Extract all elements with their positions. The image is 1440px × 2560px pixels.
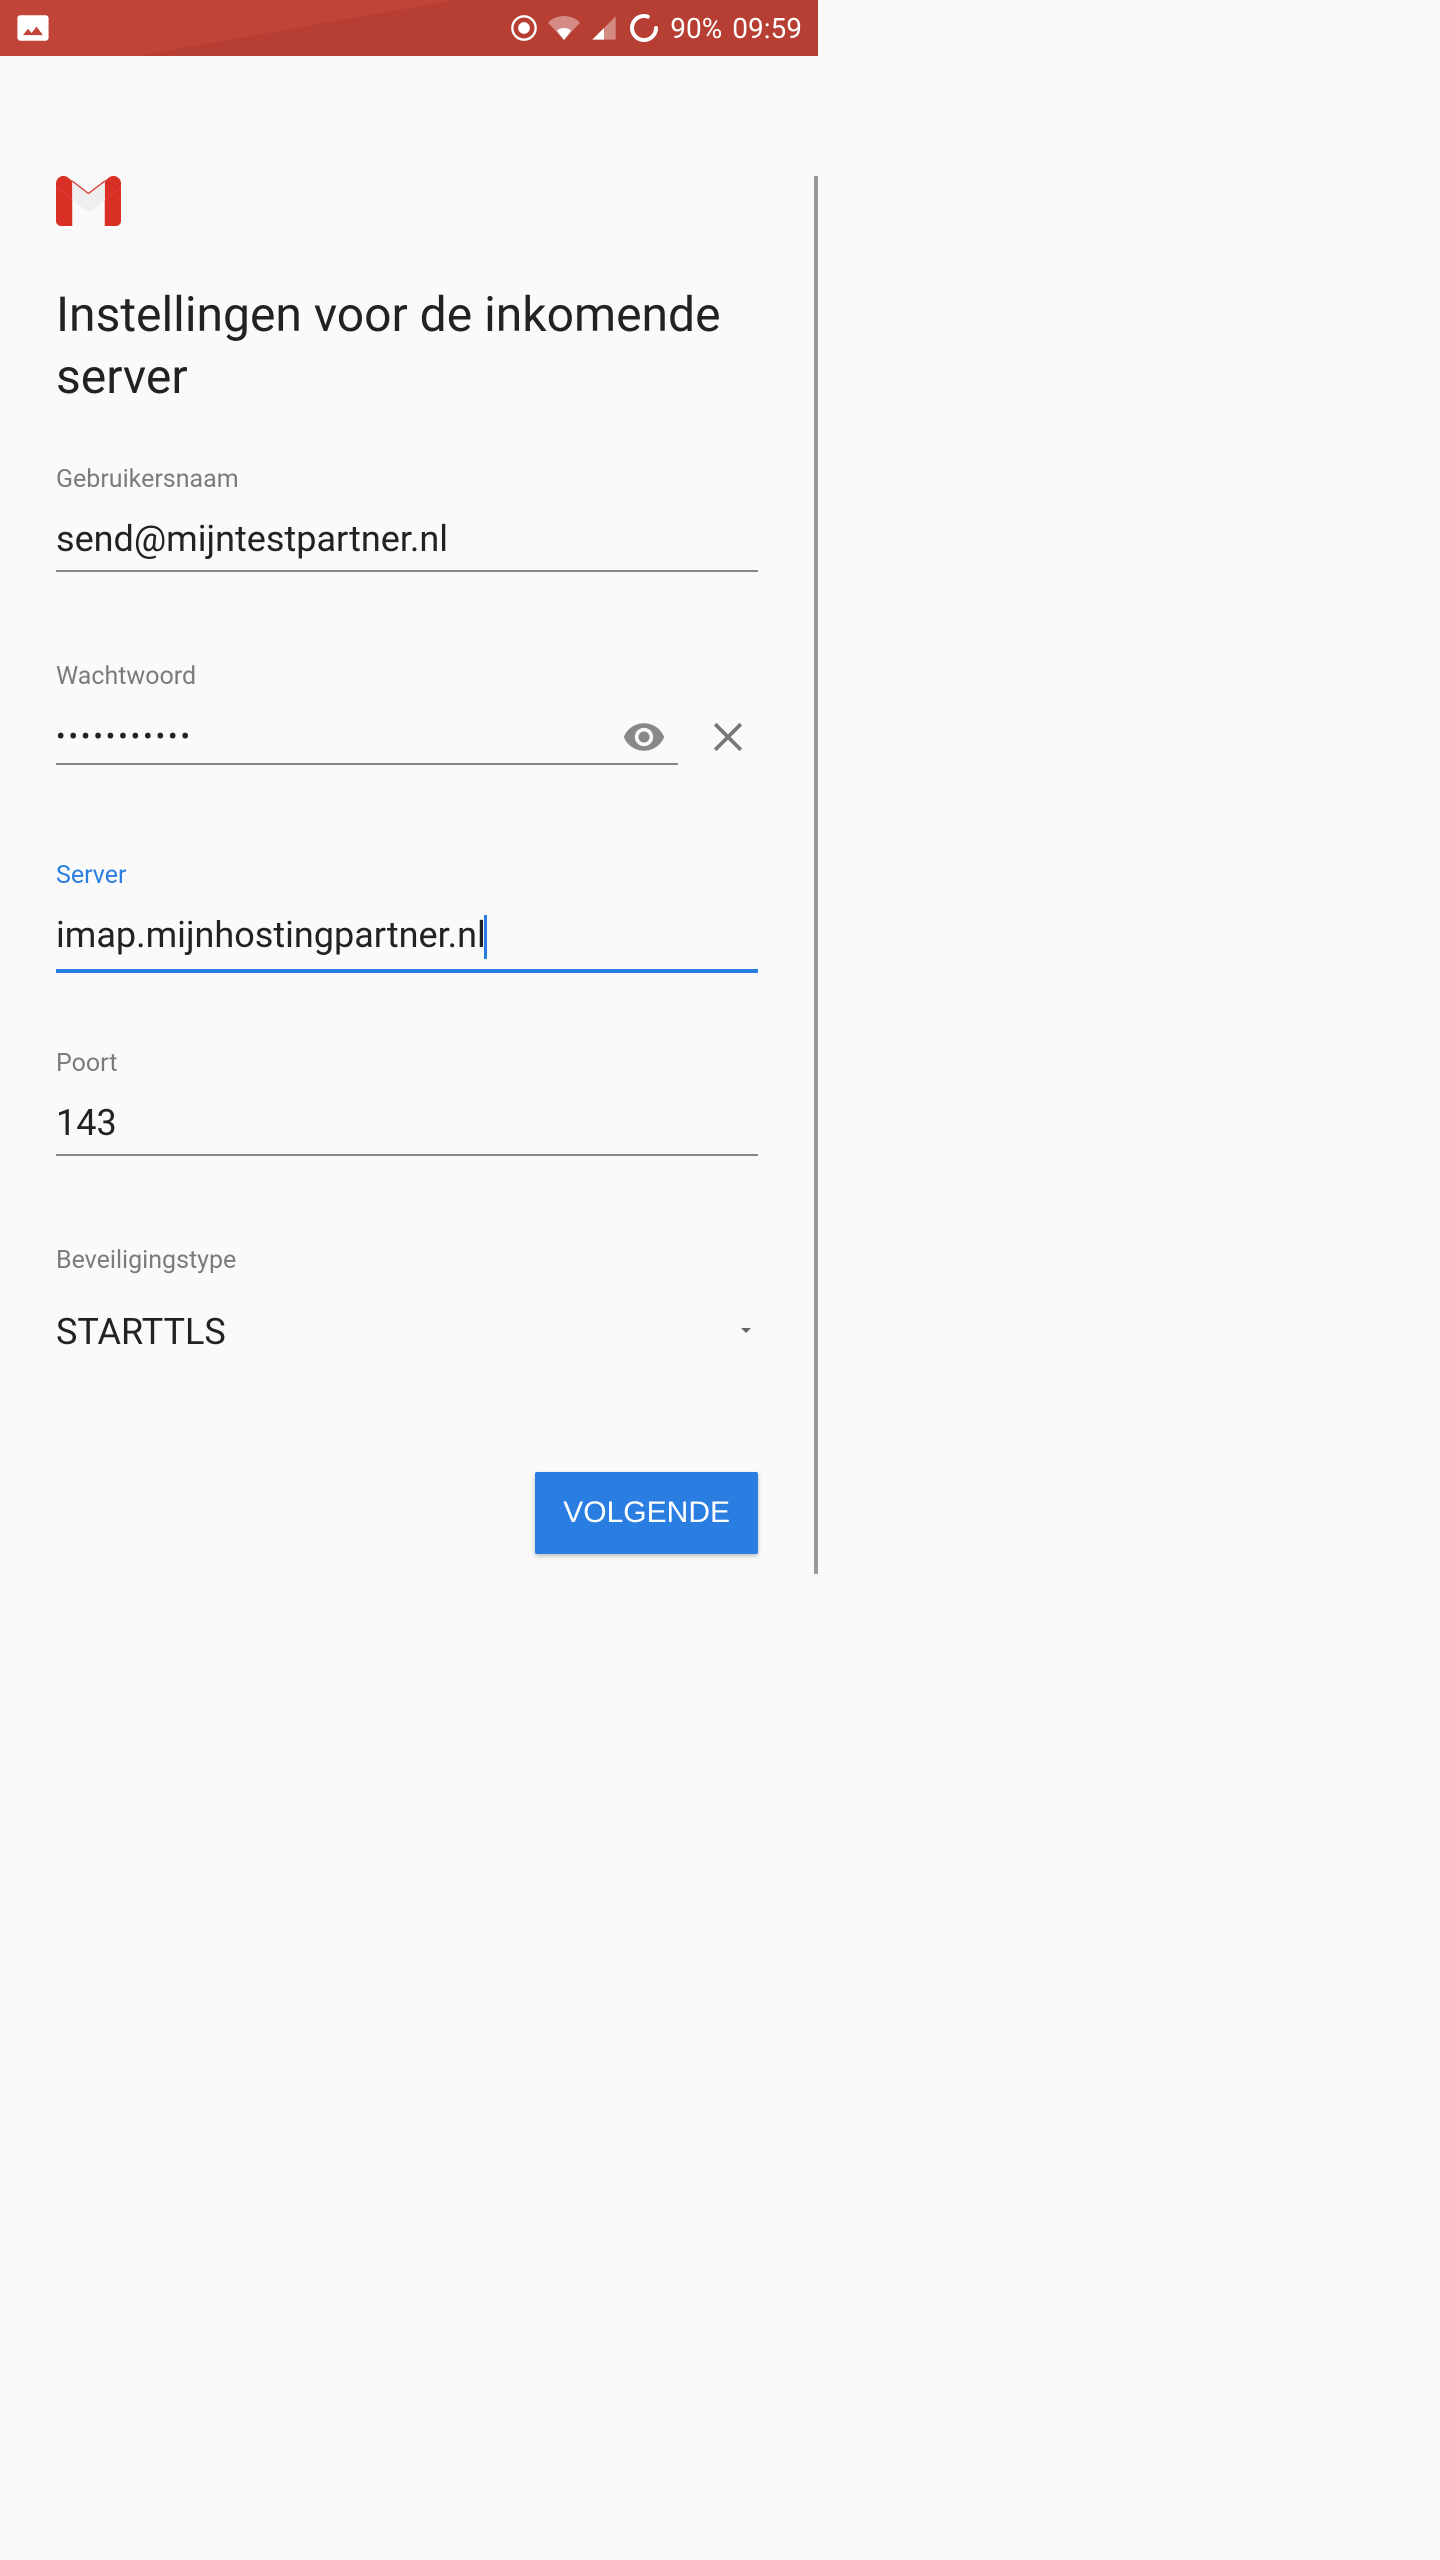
server-input[interactable]: imap.mijnhostingpartner.nl bbox=[56, 906, 758, 973]
server-field-group: Server imap.mijnhostingpartner.nl bbox=[56, 861, 758, 973]
password-input[interactable] bbox=[56, 712, 678, 765]
port-label: Poort bbox=[56, 1049, 758, 1078]
password-label: Wachtwoord bbox=[56, 662, 758, 691]
gallery-icon bbox=[16, 11, 50, 45]
gmail-logo-icon bbox=[56, 176, 121, 226]
security-value: STARTTLS bbox=[56, 1311, 226, 1353]
security-field-group: Beveiligingstype STARTTLS bbox=[56, 1246, 758, 1373]
username-label: Gebruikersnaam bbox=[56, 465, 758, 494]
security-dropdown[interactable]: STARTTLS bbox=[56, 1291, 758, 1373]
password-field-group: Wachtwoord bbox=[56, 662, 758, 771]
username-field-group: Gebruikersnaam bbox=[56, 465, 758, 572]
port-field-group: Poort bbox=[56, 1049, 758, 1156]
clock-time: 09:59 bbox=[732, 12, 802, 45]
page-title: Instellingen voor de inkomende server bbox=[56, 284, 758, 409]
signal-icon bbox=[590, 14, 618, 42]
loading-icon bbox=[628, 12, 660, 44]
circle-minus-icon bbox=[510, 14, 538, 42]
close-icon[interactable] bbox=[698, 707, 758, 771]
status-bar: 90% 09:59 bbox=[0, 0, 818, 56]
battery-percent: 90% bbox=[670, 12, 722, 45]
eye-icon[interactable] bbox=[622, 715, 666, 763]
chevron-down-icon bbox=[734, 1318, 758, 1346]
next-button[interactable]: VOLGENDE bbox=[535, 1472, 758, 1554]
security-label: Beveiligingstype bbox=[56, 1246, 758, 1275]
username-input[interactable] bbox=[56, 510, 758, 572]
wifi-icon bbox=[548, 12, 580, 44]
server-label: Server bbox=[56, 861, 758, 890]
port-input[interactable] bbox=[56, 1094, 758, 1156]
